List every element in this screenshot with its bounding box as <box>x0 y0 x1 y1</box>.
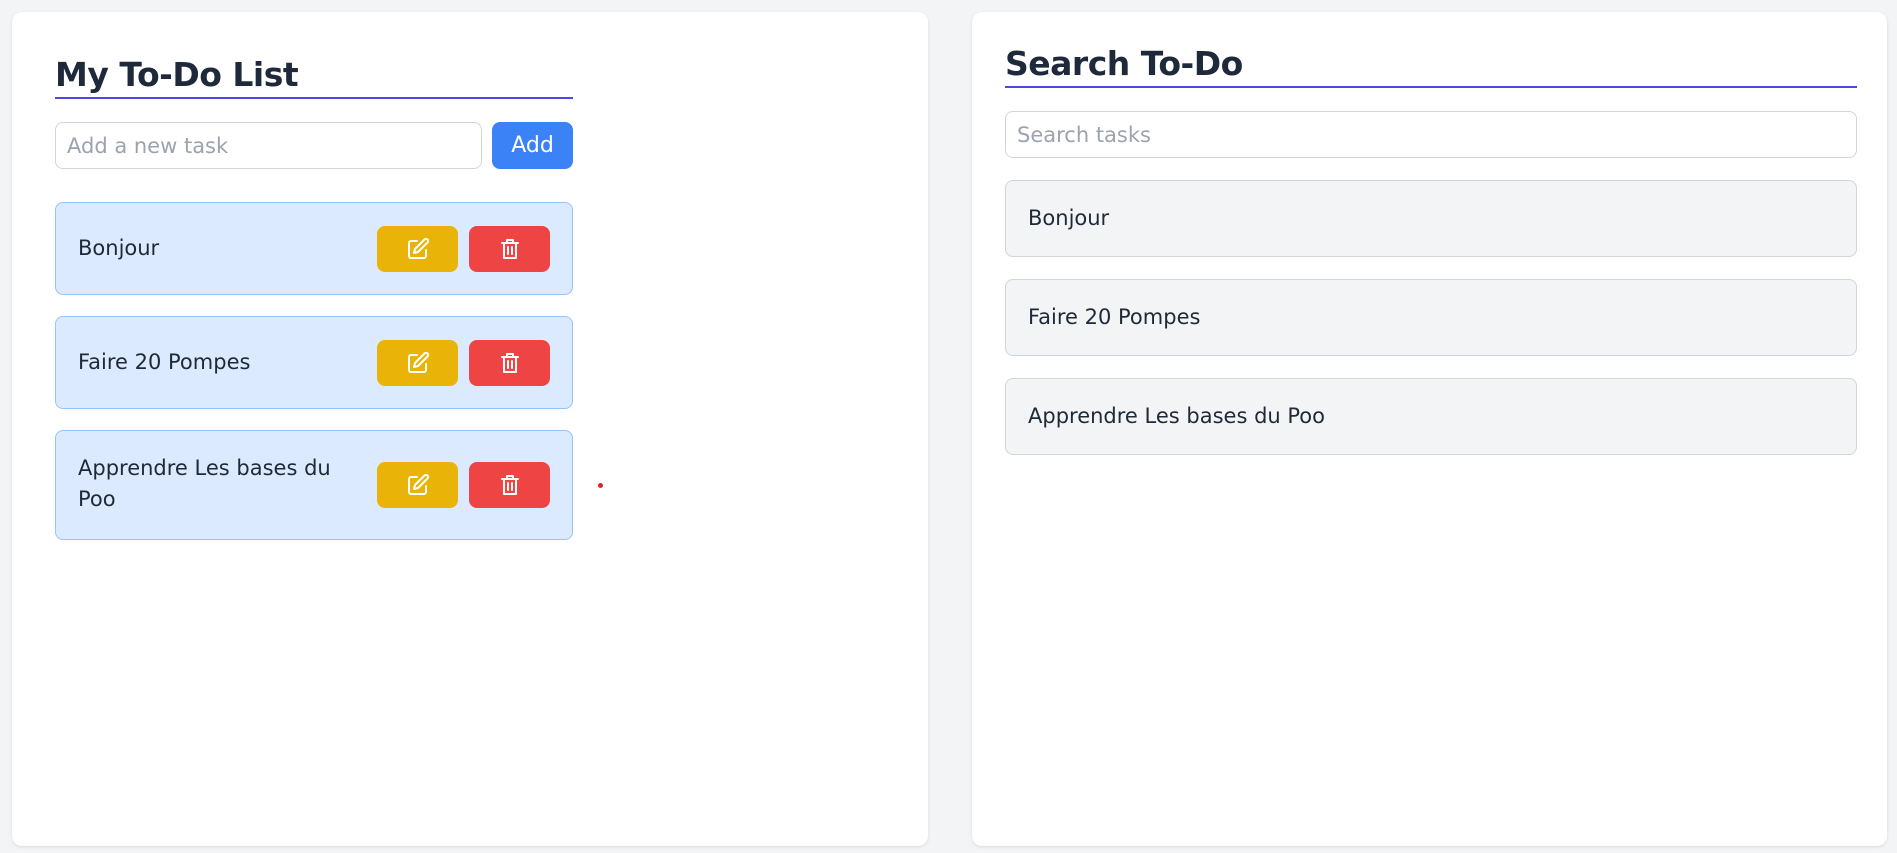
todo-panel: My To-Do List Add Bonjour Faire 20 Pompe… <box>12 12 928 846</box>
delete-task-button[interactable] <box>469 340 550 386</box>
task-item: Bonjour <box>55 202 573 295</box>
search-result-item: Faire 20 Pompes <box>1005 279 1857 356</box>
task-label: Apprendre Les bases du Poo <box>78 456 331 511</box>
search-result-label: Apprendre Les bases du Poo <box>1028 404 1325 428</box>
add-task-button[interactable]: Add <box>492 122 573 169</box>
search-result-label: Bonjour <box>1028 206 1110 230</box>
task-label: Faire 20 Pompes <box>78 350 251 374</box>
add-task-input[interactable] <box>55 122 482 169</box>
search-result-label: Faire 20 Pompes <box>1028 305 1201 329</box>
search-result-item: Bonjour <box>1005 180 1857 257</box>
pencil-square-icon <box>407 351 429 373</box>
todo-title-underline <box>55 97 573 99</box>
task-label: Bonjour <box>78 236 160 260</box>
delete-task-button[interactable] <box>469 462 550 508</box>
search-title-underline <box>1005 86 1857 88</box>
edit-task-button[interactable] <box>377 340 458 386</box>
task-item: Apprendre Les bases du Poo <box>55 430 573 540</box>
trash-icon <box>500 353 519 373</box>
task-item: Faire 20 Pompes <box>55 316 573 409</box>
edit-task-button[interactable] <box>377 462 458 508</box>
trash-icon <box>500 475 519 495</box>
trash-icon <box>500 239 519 259</box>
search-input[interactable] <box>1005 111 1857 158</box>
search-title: Search To-Do <box>1005 44 1243 83</box>
edit-task-button[interactable] <box>377 226 458 272</box>
search-panel: Search To-Do Bonjour Faire 20 Pompes App… <box>972 12 1887 846</box>
search-result-item: Apprendre Les bases du Poo <box>1005 378 1857 455</box>
delete-task-button[interactable] <box>469 226 550 272</box>
pencil-square-icon <box>407 473 429 495</box>
mouse-pointer-dot <box>598 483 603 488</box>
pencil-square-icon <box>407 237 429 259</box>
todo-title: My To-Do List <box>55 55 299 94</box>
